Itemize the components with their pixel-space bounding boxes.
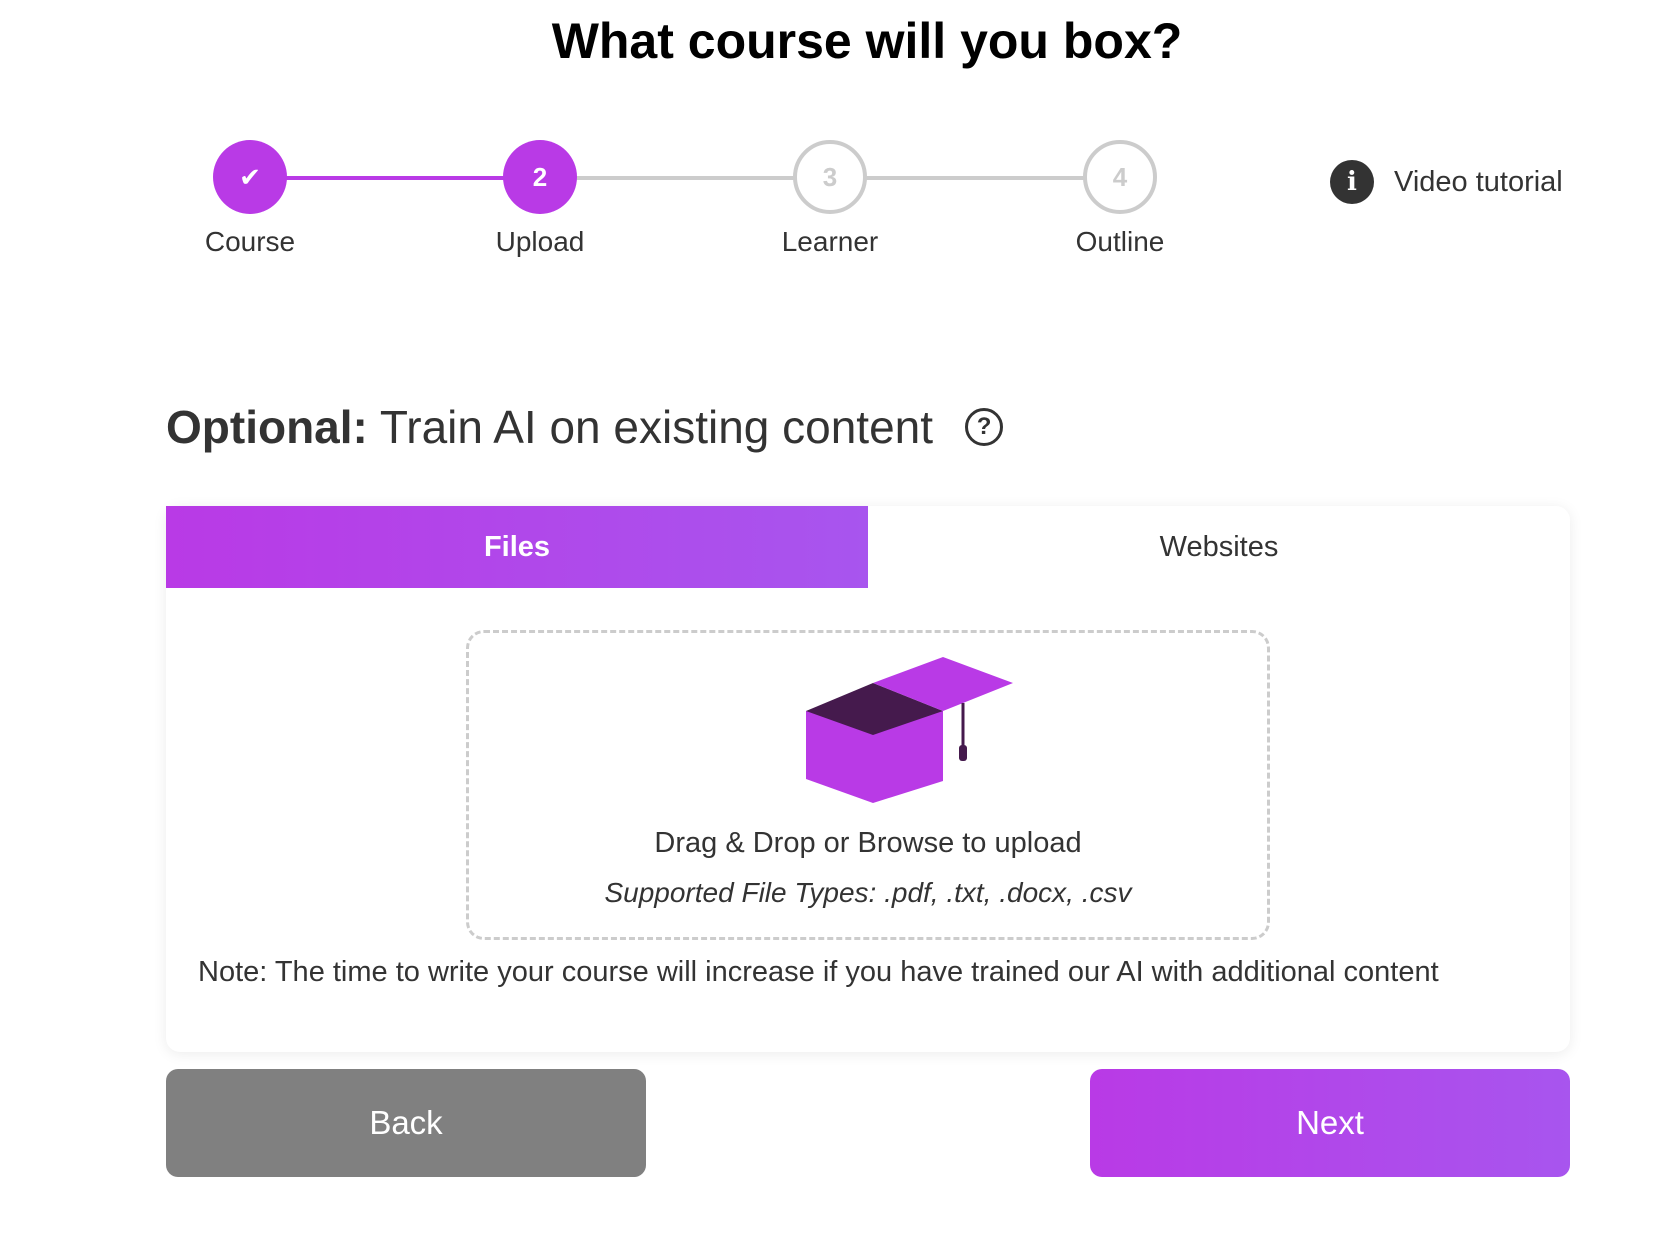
section-heading: Optional: Train AI on existing content ? — [166, 400, 1004, 454]
graduation-cap-box-icon — [803, 651, 1023, 811]
tab-websites[interactable]: Websites — [868, 506, 1570, 588]
upload-card: Files Websites Drag & Drop or Browse to … — [166, 506, 1570, 1052]
section-heading-optional: Optional: — [166, 401, 368, 453]
info-icon: i — [1330, 160, 1374, 204]
step-1-label: Course — [204, 226, 296, 257]
step-4-circle: 4 — [1083, 140, 1157, 214]
training-note: Note: The time to write your course will… — [198, 956, 1439, 988]
step-connector-2 — [576, 176, 794, 180]
progress-stepper: ✔ Course 2 Upload 3 Learner 4 Outline — [0, 140, 1300, 280]
video-tutorial-link[interactable]: i Video tutorial — [1330, 160, 1563, 204]
step-3-label: Learner — [781, 226, 879, 257]
page-title: What course will you box? — [551, 13, 1183, 69]
step-1-circle[interactable]: ✔ — [213, 140, 287, 214]
question-circle-icon[interactable]: ? — [965, 408, 1004, 446]
back-button[interactable]: Back — [166, 1069, 646, 1177]
step-4-label: Outline — [1075, 226, 1165, 257]
source-tabs: Files Websites — [166, 506, 1570, 588]
tab-files[interactable]: Files — [166, 506, 868, 588]
video-tutorial-label: Video tutorial — [1394, 165, 1563, 198]
checkmark-icon: ✔ — [239, 161, 261, 192]
step-2-circle[interactable]: 2 — [503, 140, 577, 214]
section-heading-text: Train AI on existing content — [379, 401, 934, 453]
step-connector-3 — [866, 176, 1084, 180]
step-2-number: 2 — [532, 161, 548, 192]
step-3-number: 3 — [822, 161, 838, 192]
file-dropzone[interactable]: Drag & Drop or Browse to upload Supporte… — [466, 630, 1270, 940]
page: What course will you box? ✔ Course 2 Upl… — [0, 0, 1656, 1252]
step-4-number: 4 — [1112, 161, 1128, 192]
upload-instruction: Drag & Drop or Browse to upload — [654, 827, 1082, 859]
supported-file-types: Supported File Types: .pdf, .txt, .docx,… — [604, 877, 1132, 908]
next-button[interactable]: Next — [1090, 1069, 1570, 1177]
step-connector-1 — [286, 176, 504, 180]
step-3-circle: 3 — [793, 140, 867, 214]
step-2-label: Upload — [495, 226, 585, 257]
